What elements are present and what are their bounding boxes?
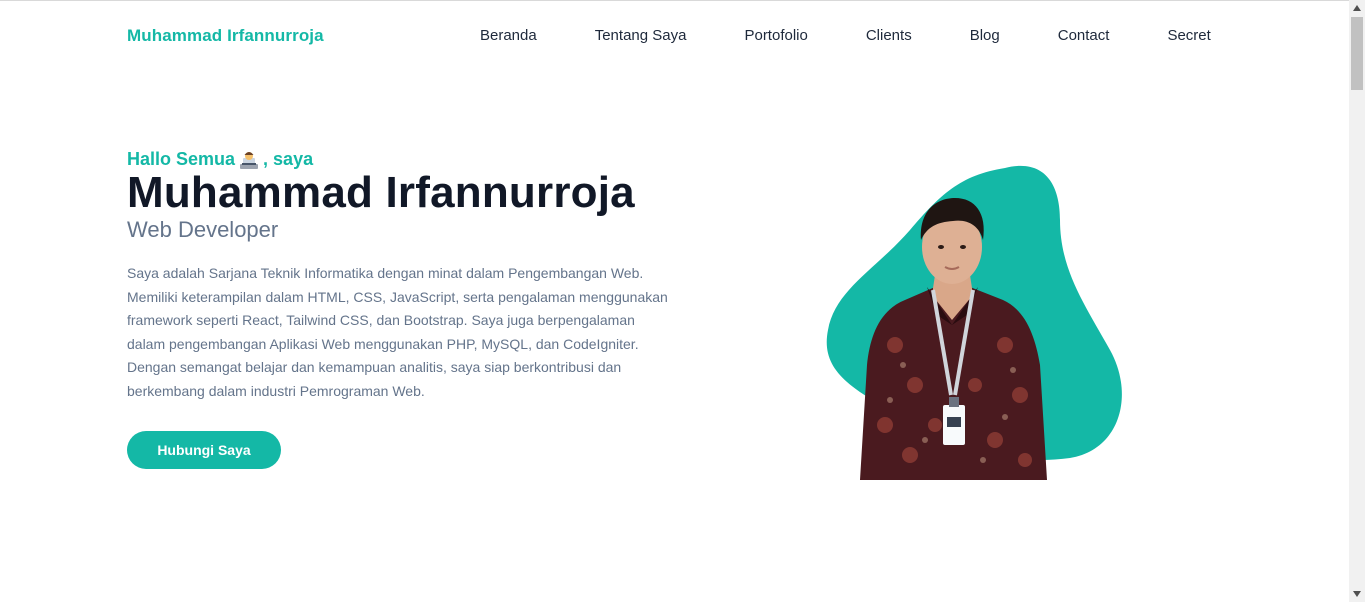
profile-portrait-image	[860, 198, 1047, 480]
nav-item-blog[interactable]: Blog	[970, 27, 1000, 44]
hero-role: Web Developer	[127, 217, 279, 242]
greeting-prefix: Hallo Semua	[127, 149, 236, 169]
hero-description: Saya adalah Sarjana Teknik Informatika d…	[127, 265, 668, 399]
nav-item-secret[interactable]: Secret	[1167, 27, 1210, 44]
technologist-emoji-icon	[239, 150, 259, 170]
scrollbar-thumb[interactable]	[1351, 17, 1363, 90]
profile-photo-area	[820, 160, 1140, 490]
contact-me-button[interactable]: Hubungi Saya	[127, 431, 281, 469]
page-scrollbar[interactable]	[1349, 0, 1365, 602]
scroll-up-arrow-icon[interactable]	[1349, 0, 1365, 16]
page: Muhammad Irfannurroja Beranda Tentang Sa…	[0, 0, 1365, 602]
greeting-suffix: , saya	[263, 149, 314, 169]
nav-item-beranda[interactable]: Beranda	[480, 27, 537, 44]
hero-greeting: Hallo Semua , saya	[127, 149, 313, 170]
main-nav: Beranda Tentang Saya Portofolio Clients …	[480, 27, 1211, 44]
nav-item-contact[interactable]: Contact	[1058, 27, 1110, 44]
hero-name: Muhammad Irfannurroja	[127, 168, 635, 217]
nav-item-portofolio[interactable]: Portofolio	[744, 27, 807, 44]
nav-item-tentang-saya[interactable]: Tentang Saya	[595, 27, 687, 44]
site-header: Muhammad Irfannurroja Beranda Tentang Sa…	[0, 1, 1349, 71]
scroll-down-arrow-icon[interactable]	[1349, 586, 1365, 602]
brand-logo-text[interactable]: Muhammad Irfannurroja	[127, 26, 324, 46]
nav-item-clients[interactable]: Clients	[866, 27, 912, 44]
